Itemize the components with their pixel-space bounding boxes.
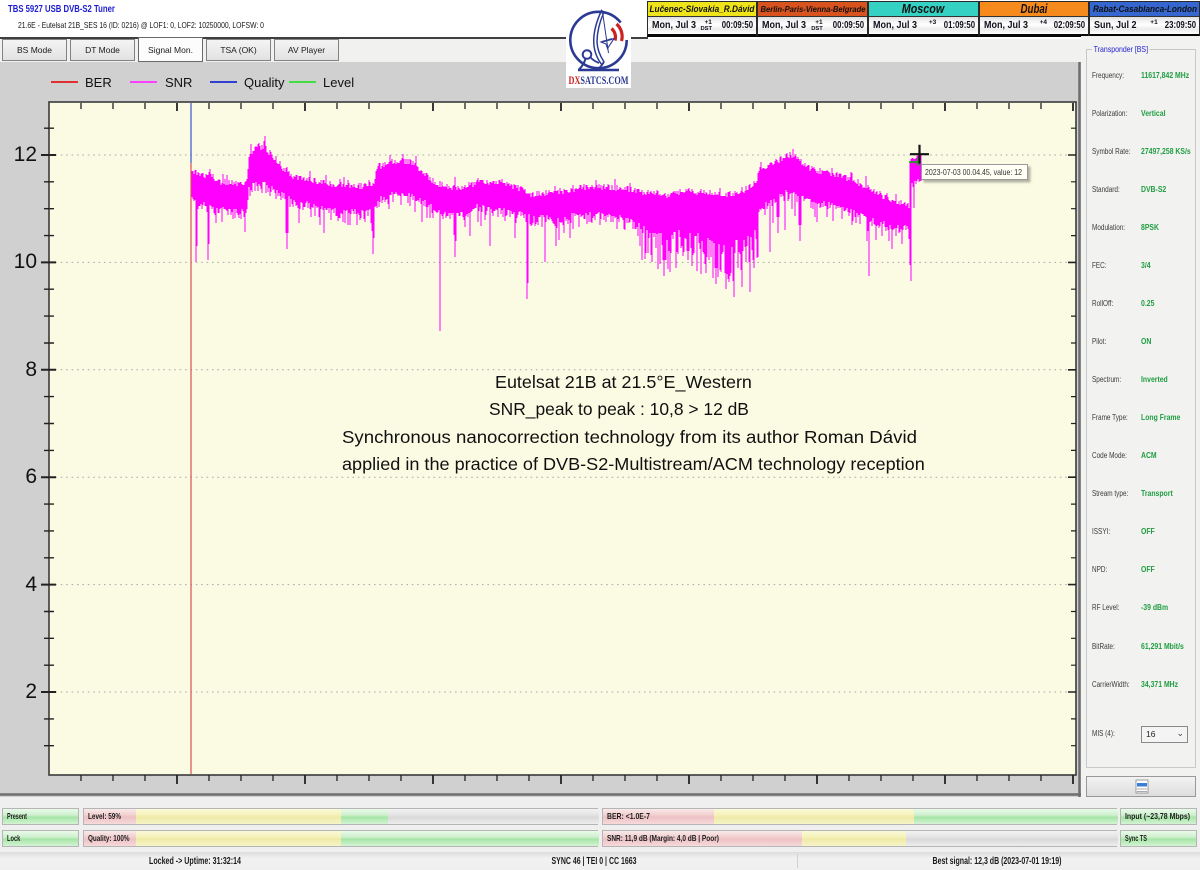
svg-text:DXSATCS.COM: DXSATCS.COM xyxy=(569,73,629,87)
